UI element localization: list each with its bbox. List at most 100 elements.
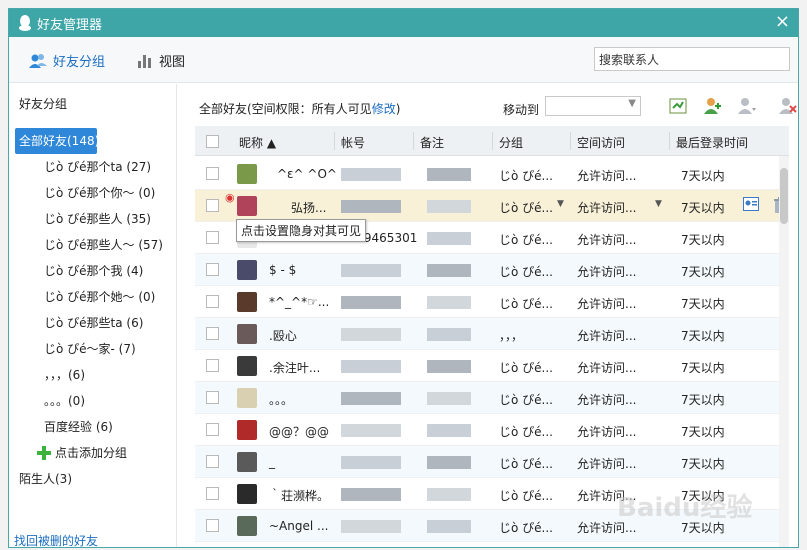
group-cell[interactable]: じò ぴé...	[499, 455, 553, 472]
avatar[interactable]	[237, 452, 257, 472]
row-checkbox[interactable]	[206, 327, 219, 340]
group-cell[interactable]: じò ぴé...	[499, 295, 553, 312]
delete-friend-icon[interactable]	[778, 96, 798, 116]
move-friend-icon[interactable]	[737, 96, 757, 116]
sidebar-item-group[interactable]: じò ぴé那个她～ (0)	[9, 284, 177, 310]
row-checkbox[interactable]	[206, 295, 219, 308]
chevron-down-icon[interactable]: ▼	[557, 199, 564, 209]
space-access-cell[interactable]: 允许访问...	[577, 263, 636, 280]
space-access-cell[interactable]: 允许访问...	[577, 391, 636, 408]
row-checkbox[interactable]	[206, 519, 219, 532]
sidebar-item-group[interactable]: 。。。(0)	[9, 388, 177, 414]
row-checkbox[interactable]	[206, 167, 219, 180]
move-to-select[interactable]: ▼	[545, 96, 641, 116]
group-cell[interactable]: じò ぴé...	[499, 359, 553, 376]
contact-card-icon[interactable]	[743, 197, 759, 214]
select-all-checkbox[interactable]	[206, 135, 219, 148]
avatar[interactable]	[237, 196, 257, 216]
space-access-cell[interactable]: 允许访问...	[577, 423, 636, 440]
row-checkbox[interactable]	[206, 263, 219, 276]
table-row[interactable]: .余注叶... じò ぴé... 允许访问... 7天以内	[195, 350, 789, 382]
col-remark[interactable]: 备注	[420, 134, 444, 151]
row-checkbox[interactable]	[206, 231, 219, 244]
group-cell[interactable]: じò ぴé...	[499, 231, 553, 248]
space-access-cell[interactable]: 允许访问...	[577, 231, 636, 248]
avatar[interactable]	[237, 324, 257, 344]
nickname-cell: 。。。	[269, 393, 294, 407]
row-checkbox[interactable]	[206, 455, 219, 468]
restore-deleted-friends-link[interactable]: 找回被删的好友	[14, 532, 98, 547]
add-group-button[interactable]: 点击添加分组	[9, 440, 177, 466]
group-cell[interactable]: じò ぴé...	[499, 199, 553, 216]
col-nickname[interactable]: 昵称 ▲	[239, 134, 276, 151]
col-account[interactable]: 帐号	[341, 134, 365, 151]
col-last-login[interactable]: 最后登录时间	[676, 134, 748, 151]
edit-permission-link[interactable]: 修改	[372, 102, 396, 116]
group-cell[interactable]: じò ぴé...	[499, 519, 553, 536]
add-friend-icon[interactable]	[702, 96, 722, 116]
tab-view[interactable]: 视图	[137, 51, 185, 70]
space-access-cell[interactable]: 允许访问...	[577, 199, 636, 216]
table-row[interactable]: @@？@@ じò ぴé... 允许访问... 7天以内	[195, 414, 789, 446]
nickname-cell: .殴心	[269, 329, 297, 343]
sidebar-item-group[interactable]: じò ぴé那个ta (27)	[9, 154, 177, 180]
avatar[interactable]	[237, 420, 257, 440]
space-access-cell[interactable]: 允许访问...	[577, 359, 636, 376]
group-cell[interactable]: じò ぴé...	[499, 167, 553, 184]
row-checkbox[interactable]	[206, 487, 219, 500]
group-cell[interactable]: じò ぴé...	[499, 423, 553, 440]
table-row[interactable]: ^ε^ ^O^ じò ぴé... 允许访问... 7天以内	[195, 158, 789, 190]
avatar[interactable]	[237, 356, 257, 376]
tab-friend-groups[interactable]: 好友分组	[29, 51, 105, 70]
table-row[interactable]: 。。。 じò ぴé... 允许访问... 7天以内	[195, 382, 789, 414]
table-scrollbar[interactable]	[779, 156, 789, 547]
space-access-cell[interactable]: 允许访问...	[577, 455, 636, 472]
avatar[interactable]	[237, 484, 257, 504]
search-input[interactable]: 搜索联系人	[594, 47, 790, 71]
sidebar-item-group[interactable]: じò ぴé那个你～ (0)	[9, 180, 177, 206]
last-login-cell: 7天以内	[681, 265, 725, 279]
table-row[interactable]: $ - $ じò ぴé... 允许访问... 7天以内	[195, 254, 789, 286]
scrollbar-thumb[interactable]	[780, 168, 788, 224]
sidebar-item-group[interactable]: じò ぴé那些人 (35)	[9, 206, 177, 232]
row-checkbox[interactable]	[206, 423, 219, 436]
baidu-watermark: Baidu经验	[617, 493, 753, 523]
sidebar-item-group[interactable]: じò ぴé～家- (7)	[9, 336, 177, 362]
space-access-cell[interactable]: 允许访问...	[577, 295, 636, 312]
table-row[interactable]: .殴心 ，，， 允许访问... 7天以内	[195, 318, 789, 350]
blurred-account	[341, 168, 401, 181]
sidebar-item-group[interactable]: 百度经验 (6)	[9, 414, 177, 440]
sidebar-item-all-friends[interactable]: 全部好友(148)	[15, 128, 99, 154]
group-cell[interactable]: ，，，	[499, 327, 523, 344]
avatar[interactable]	[237, 292, 257, 312]
row-checkbox[interactable]	[206, 359, 219, 372]
blurred-remark	[427, 200, 471, 213]
space-access-cell[interactable]: 允许访问...	[577, 327, 636, 344]
col-space-access[interactable]: 空间访问	[577, 134, 625, 151]
sidebar-item-group[interactable]: じò ぴé那些ta (6)	[9, 310, 177, 336]
sidebar-item-group[interactable]: じò ぴé那些人～ (57)	[9, 232, 177, 258]
chevron-down-icon[interactable]: ▼	[655, 199, 662, 209]
group-cell[interactable]: じò ぴé...	[499, 391, 553, 408]
table-row[interactable]: 弘扬... じò ぴé... 允许访问... 7天以内 ◉ ▼ ▼	[195, 190, 789, 222]
row-checkbox[interactable]	[206, 199, 219, 212]
group-cell[interactable]: じò ぴé...	[499, 263, 553, 280]
blurred-remark	[427, 392, 471, 405]
sidebar-item-strangers[interactable]: 陌生人(3)	[9, 466, 177, 492]
avatar[interactable]	[237, 388, 257, 408]
avatar[interactable]	[237, 260, 257, 280]
avatar[interactable]	[237, 516, 257, 536]
close-button[interactable]: ×	[775, 12, 790, 32]
group-cell[interactable]: じò ぴé...	[499, 487, 553, 504]
sidebar-item-group[interactable]: ，，，(6)	[9, 362, 177, 388]
avatar[interactable]	[237, 164, 257, 184]
space-access-cell[interactable]: 允许访问...	[577, 167, 636, 184]
eye-icon[interactable]: ◉	[225, 191, 235, 204]
blurred-remark	[427, 488, 471, 501]
send-message-icon[interactable]	[668, 96, 688, 116]
col-group[interactable]: 分组	[499, 134, 523, 151]
table-row[interactable]: _ じò ぴé... 允许访问... 7天以内	[195, 446, 789, 478]
sidebar-item-group[interactable]: じò ぴé那个我 (4)	[9, 258, 177, 284]
row-checkbox[interactable]	[206, 391, 219, 404]
table-row[interactable]: *^_^*☞... じò ぴé... 允许访问... 7天以内	[195, 286, 789, 318]
